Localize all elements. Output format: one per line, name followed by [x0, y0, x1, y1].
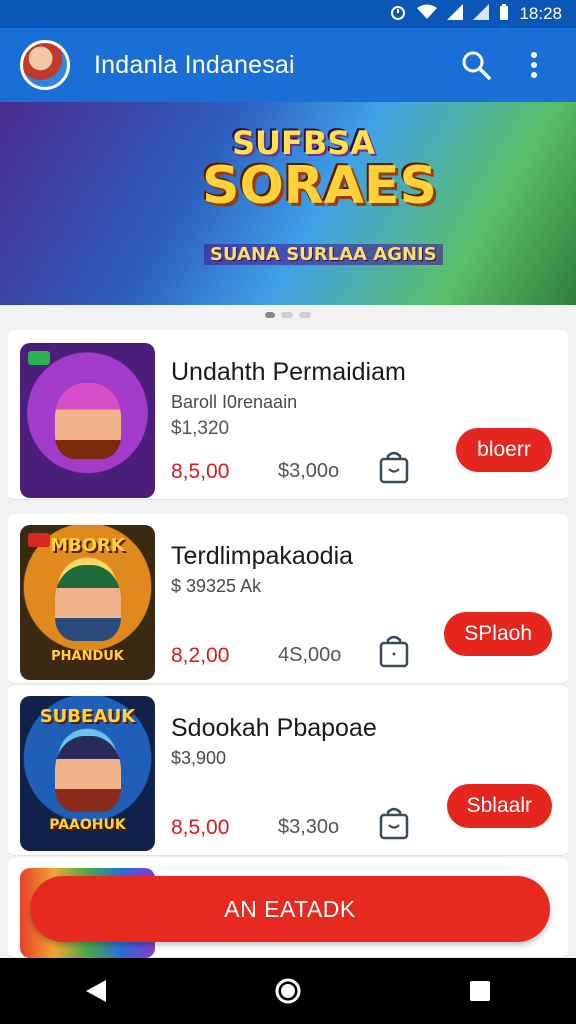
product-title: Terdlimpakaodia	[171, 542, 354, 570]
thumb-character	[55, 565, 121, 641]
product-price-original: $3,00o	[278, 460, 340, 482]
more-vert-icon	[531, 52, 537, 78]
carousel-dot[interactable]	[265, 312, 275, 318]
product-subtitle: $3,900	[171, 748, 227, 768]
home-icon	[275, 978, 301, 1004]
system-nav-bar	[0, 958, 576, 1024]
product-price-sale: 8,5,00	[171, 816, 230, 839]
battery-icon	[499, 3, 509, 25]
carousel-dot[interactable]	[281, 312, 293, 318]
back-icon	[86, 980, 106, 1002]
add-to-cart-button[interactable]	[378, 806, 410, 840]
banner-logo-layer: SUFBSA SORAES SUANA SURLAA AGNIS	[0, 102, 576, 305]
status-time: 18:28	[519, 4, 562, 23]
product-thumbnail	[20, 343, 155, 498]
product-price-original: $3,30o	[278, 816, 340, 838]
recents-icon	[470, 981, 490, 1001]
add-to-cart-button[interactable]	[378, 634, 410, 668]
home-button[interactable]	[268, 971, 308, 1011]
thumb-badge	[28, 351, 50, 365]
alarm-icon	[389, 3, 407, 26]
recents-button[interactable]	[460, 971, 500, 1011]
product-card[interactable]: MBORK PHANDUK Terdlimpakaodia $ 39325 Ak…	[8, 514, 568, 684]
search-icon	[462, 51, 491, 80]
shopping-bag-icon	[379, 635, 409, 668]
product-subtitle: $ 39325 Ak	[171, 576, 262, 596]
banner-logo-line2: SORAES	[202, 156, 437, 216]
product-card[interactable]: Undahth Permaidiam Baroll I0renaain $1,3…	[8, 330, 568, 500]
product-thumbnail: SUBEAUK PAAOHUK	[20, 696, 155, 851]
app-title: Indanla Indanesai	[94, 50, 295, 79]
buy-button[interactable]: bloerr	[456, 428, 552, 472]
product-price-sale: 8,2,00	[171, 644, 230, 667]
wifi-icon	[417, 4, 438, 25]
product-card[interactable]: SUBEAUK PAAOHUK Sdookah Pbapoae $3,900 8…	[8, 686, 568, 856]
product-price-sale: 8,5,00	[171, 460, 230, 483]
product-title: Undahth Permaidiam	[171, 358, 406, 386]
thumb-subtitle: PAAOHUK	[49, 817, 126, 833]
banner-logo-line3: SUANA SURLAA AGNIS	[204, 244, 443, 265]
thumb-title: MBORK	[50, 535, 125, 556]
product-price-small: $1,320	[171, 418, 230, 439]
buy-button[interactable]: Sblaalr	[446, 784, 552, 828]
more-button[interactable]	[512, 43, 556, 87]
primary-cta-button[interactable]: AN EATADK	[30, 876, 550, 942]
thumb-title: SUBEAUK	[39, 706, 136, 727]
product-thumbnail: MBORK PHANDUK	[20, 525, 155, 680]
thumb-subtitle: PHANDUK	[51, 649, 124, 664]
product-subtitle: Baroll I0renaain	[171, 392, 298, 412]
product-title: Sdookah Pbapoae	[171, 714, 377, 742]
back-button[interactable]	[76, 971, 116, 1011]
shopping-bag-icon	[379, 451, 409, 484]
status-bar: 18:28	[0, 0, 576, 28]
carousel-dot[interactable]	[299, 312, 311, 318]
avatar[interactable]	[20, 40, 70, 90]
signal-icon	[473, 3, 490, 25]
thumb-character	[55, 383, 121, 459]
shopping-bag-icon	[379, 807, 409, 840]
signal-icon	[447, 3, 464, 25]
thumb-character	[55, 736, 121, 812]
add-to-cart-button[interactable]	[378, 450, 410, 484]
buy-button[interactable]: SPlaoh	[444, 612, 552, 656]
carousel-indicator	[0, 312, 576, 318]
product-price-original: 4S,00o	[278, 644, 342, 666]
app-bar: Indanla Indanesai	[0, 28, 576, 102]
search-button[interactable]	[454, 43, 498, 87]
